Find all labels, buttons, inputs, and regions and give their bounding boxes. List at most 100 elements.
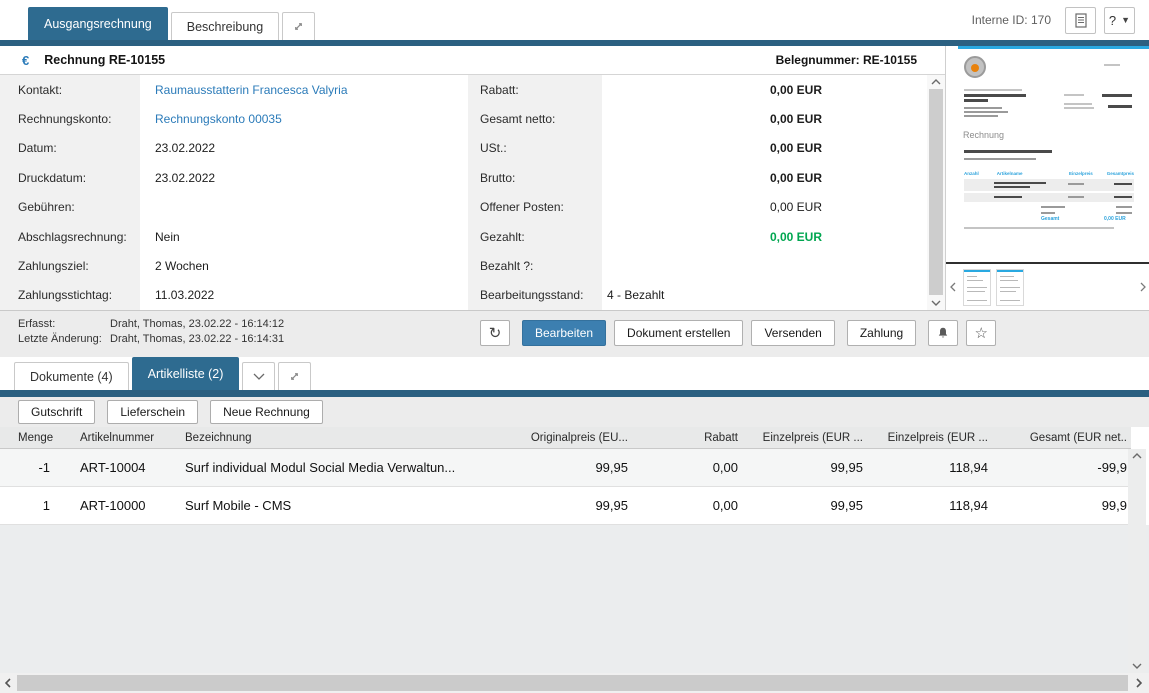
column-header[interactable]: Einzelpreis (EUR ... <box>875 427 1000 448</box>
kontakt-link[interactable]: Raumausstatterin Francesca Valyria <box>140 83 468 97</box>
scrollbar-thumb[interactable] <box>929 89 943 295</box>
field-row: USt.: 0,00 EUR <box>468 133 927 164</box>
scroll-down-icon[interactable] <box>1128 659 1146 673</box>
field-row: Bearbeitungsstand: 4 - Bezahlt <box>468 280 927 310</box>
field-row: Kontakt: Raumausstatterin Francesca Valyr… <box>0 75 468 105</box>
edit-button[interactable]: Bearbeiten <box>522 320 607 346</box>
payment-button[interactable]: Zahlung <box>846 320 917 346</box>
euro-currency-icon: € <box>22 52 30 68</box>
scroll-right-icon[interactable] <box>1131 673 1147 693</box>
preview-thumbnail-strip <box>946 264 1149 310</box>
caret-down-icon: ▼ <box>1121 15 1131 25</box>
preview-total-value: 0,00 EUR <box>1104 216 1126 222</box>
tab-expand-button[interactable] <box>282 12 316 40</box>
scrollbar-thumb[interactable] <box>17 675 1128 691</box>
zahlungsstichtag-value: 11.03.2022 <box>155 288 215 303</box>
table-vertical-scrollbar[interactable] <box>1128 449 1146 673</box>
scroll-left-icon[interactable] <box>0 673 16 693</box>
table-row[interactable]: -1 ART-10004 Surf individual Modul Socia… <box>0 449 1131 487</box>
page-thumbnail[interactable] <box>963 269 991 306</box>
tab-dropdown-button[interactable] <box>242 362 276 390</box>
strip-left-icon[interactable] <box>947 280 959 294</box>
invoice-preview-page[interactable]: Rechnung Anzahl Artikelname Einzelpreis … <box>946 46 1149 264</box>
column-header[interactable]: Originalpreis (EU... <box>500 427 640 448</box>
tab-expand-button[interactable] <box>278 362 312 390</box>
gesamt-netto-value: 0,00 EUR <box>769 112 822 127</box>
field-row: Zahlungsziel: 2 Wochen <box>0 251 468 281</box>
lower-tab-bar: Dokumente (4) Artikelliste (2) <box>0 357 1149 390</box>
tab-dokumente[interactable]: Dokumente (4) <box>14 362 129 390</box>
preview-doc-heading: Rechnung <box>963 130 1005 140</box>
invoice-header-row: € Rechnung RE-10155 Belegnummer: RE-1015… <box>0 46 945 75</box>
page-thumbnail[interactable] <box>996 269 1024 306</box>
chevron-down-icon <box>253 373 265 380</box>
tab-artikelliste[interactable]: Artikelliste (2) <box>131 357 240 390</box>
field-row: Rechnungskonto: Rechnungskonto 00035 <box>0 104 468 134</box>
star-icon: ☆ <box>974 324 988 342</box>
fields-right-column: Rabatt: 0,00 EUR Gesamt netto: 0,00 EUR US… <box>468 75 927 310</box>
bearbeitungsstand-value: 4 - Bezahlt <box>607 288 665 303</box>
ust-value: 0,00 EUR <box>769 141 822 156</box>
field-row: Gebühren: <box>0 192 468 222</box>
action-buttons: ↻ Bearbeiten Dokument erstellen Versende… <box>480 320 997 346</box>
modified-value: Draht, Thomas, 23.02.22 - 16:14:31 <box>110 333 285 345</box>
offener-posten-value: 0,00 EUR <box>769 200 822 215</box>
expand-icon <box>292 20 305 33</box>
invoice-title: Rechnung RE-10155 <box>44 53 166 67</box>
modified-label: Letzte Änderung: <box>18 333 102 345</box>
create-document-button[interactable]: Dokument erstellen <box>614 320 744 346</box>
brutto-value: 0,00 EUR <box>769 170 822 185</box>
lieferschein-button[interactable]: Lieferschein <box>107 400 199 424</box>
field-row: Druckdatum: 23.02.2022 <box>0 163 468 193</box>
company-logo <box>964 56 986 78</box>
article-table-header: Menge Artikelnummer Bezeichnung Original… <box>0 427 1131 449</box>
preview-table-header: Anzahl Artikelname Einzelpreis Gesamtpre… <box>964 171 1134 176</box>
column-header[interactable]: Rabatt <box>640 427 750 448</box>
column-header[interactable]: Bezeichnung <box>170 427 500 448</box>
druckdatum-value: 23.02.2022 <box>155 170 216 185</box>
help-button[interactable]: ? ▼ <box>1104 6 1135 34</box>
send-button[interactable]: Versenden <box>751 320 835 346</box>
expand-icon <box>288 370 301 383</box>
top-tab-bar: Ausgangsrechnung Beschreibung Interne ID… <box>0 0 1149 40</box>
rabatt-value: 0,00 EUR <box>769 82 822 97</box>
column-header[interactable]: Artikelnummer <box>60 427 170 448</box>
document-number-label: Belegnummer: RE-10155 <box>775 53 917 67</box>
tab-ausgangsrechnung[interactable]: Ausgangsrechnung <box>28 7 168 40</box>
column-header[interactable]: Einzelpreis (EUR ... <box>750 427 875 448</box>
refresh-icon: ↻ <box>488 324 502 342</box>
refresh-button[interactable]: ↻ <box>480 320 510 346</box>
rechnungskonto-link[interactable]: Rechnungskonto 00035 <box>140 112 468 126</box>
field-row: Gesamt netto: 0,00 EUR <box>468 104 927 134</box>
table-empty-area <box>0 525 1149 673</box>
reminder-button[interactable] <box>928 320 959 346</box>
neue-rechnung-button[interactable]: Neue Rechnung <box>210 400 323 424</box>
list-toolbar: Gutschrift Lieferschein Neue Rechnung <box>0 397 1149 427</box>
scroll-up-icon[interactable] <box>927 75 945 89</box>
field-row: Abschlagsrechnung: Nein <box>0 221 468 252</box>
preview-table-row <box>964 193 1134 202</box>
panel-vertical-scrollbar[interactable] <box>927 75 945 310</box>
scroll-up-icon[interactable] <box>1128 449 1146 463</box>
abschlagsrechnung-value: Nein <box>155 229 180 244</box>
column-header[interactable]: Menge <box>0 427 60 448</box>
bell-icon <box>936 326 950 340</box>
audit-info: Erfasst: Draht, Thomas, 23.02.22 - 16:14:… <box>18 317 284 347</box>
document-note-button[interactable] <box>1065 6 1096 34</box>
table-row[interactable]: 1 ART-10000 Surf Mobile - CMS 99,95 0,00… <box>0 487 1131 525</box>
gezahlt-value: 0,00 EUR <box>769 229 822 244</box>
horizontal-scrollbar[interactable] <box>0 673 1149 693</box>
help-question-label: ? <box>1108 12 1117 28</box>
gutschrift-button[interactable]: Gutschrift <box>18 400 96 424</box>
scroll-down-icon[interactable] <box>927 296 945 310</box>
invoice-fields-area: Kontakt: Raumausstatterin Francesca Valyr… <box>0 75 945 310</box>
tab-beschreibung[interactable]: Beschreibung <box>170 12 280 40</box>
field-row: Bezahlt ?: <box>468 251 927 281</box>
record-status-bar: Erfasst: Draht, Thomas, 23.02.22 - 16:14:… <box>0 310 1149 357</box>
favorite-button[interactable]: ☆ <box>966 320 997 346</box>
strip-right-icon[interactable] <box>1137 280 1149 294</box>
column-header[interactable]: Gesamt (EUR net.. <box>1000 427 1131 448</box>
field-row: Rabatt: 0,00 EUR <box>468 75 927 105</box>
preview-total-label: Gesamt <box>1041 216 1060 222</box>
document-icon <box>1074 12 1088 28</box>
